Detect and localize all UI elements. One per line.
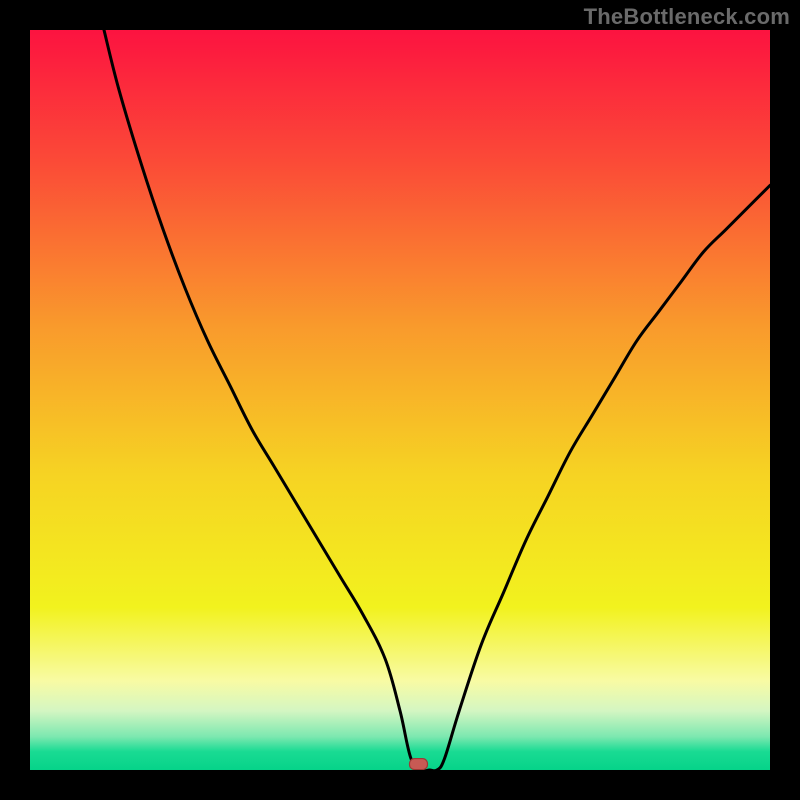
attribution-text: TheBottleneck.com [584,4,790,30]
bottleneck-chart [30,30,770,770]
plot-area [30,30,770,770]
gradient-background [30,30,770,770]
chart-frame: TheBottleneck.com [0,0,800,800]
optimal-marker [410,759,428,770]
